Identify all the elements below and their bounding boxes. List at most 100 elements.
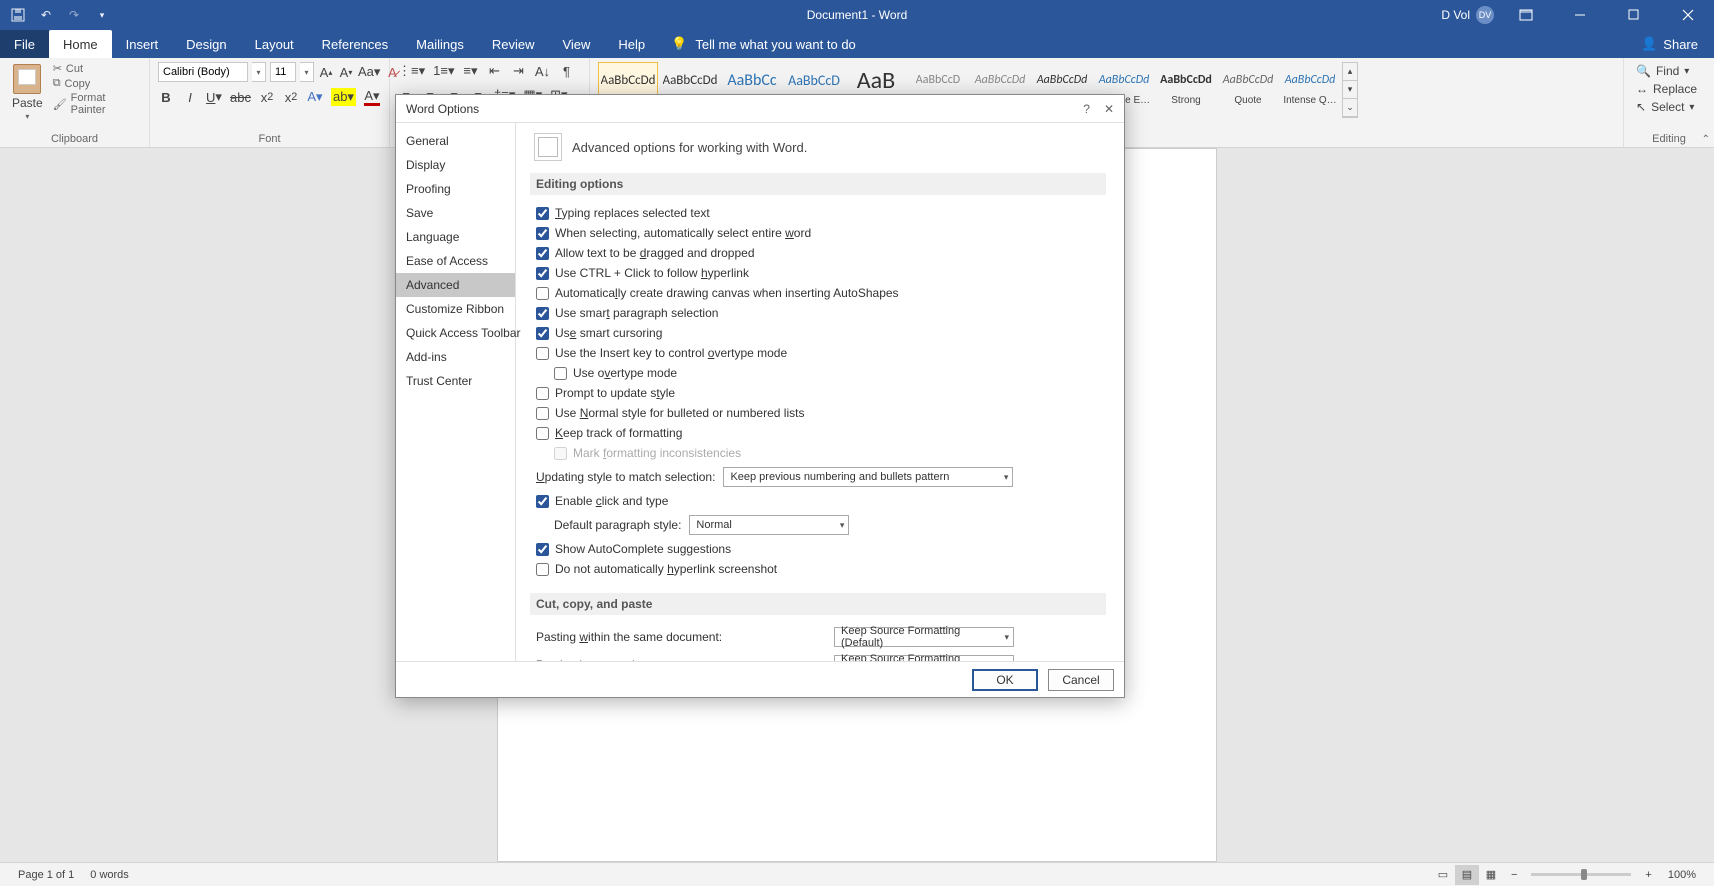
italic-icon[interactable]: I — [182, 88, 198, 106]
save-icon[interactable] — [8, 5, 28, 25]
tab-design[interactable]: Design — [172, 30, 240, 58]
checkbox[interactable] — [536, 543, 549, 556]
nav-proofing[interactable]: Proofing — [396, 177, 515, 201]
highlight-icon[interactable]: ab▾ — [331, 88, 356, 106]
change-case-icon[interactable]: Aa▾ — [358, 63, 380, 81]
opt-ctrl-click[interactable]: Use CTRL + Click to follow hyperlink — [530, 263, 1106, 283]
style-item[interactable]: AaBbCcDdQuote — [1218, 62, 1278, 116]
zoom-level[interactable]: 100% — [1660, 869, 1704, 881]
checkbox[interactable] — [536, 563, 549, 576]
tab-review[interactable]: Review — [478, 30, 549, 58]
opt-overtype[interactable]: Use overtype mode — [530, 363, 1106, 383]
checkbox[interactable] — [536, 495, 549, 508]
checkbox[interactable] — [554, 367, 567, 380]
default-para-combo[interactable]: Normal — [689, 515, 849, 535]
redo-icon[interactable]: ↷ — [64, 5, 84, 25]
qat-customize-icon[interactable]: ▾ — [92, 5, 112, 25]
nav-customize-ribbon[interactable]: Customize Ribbon — [396, 297, 515, 321]
checkbox[interactable] — [536, 287, 549, 300]
dialog-close-icon[interactable]: ✕ — [1104, 102, 1114, 116]
checkbox[interactable] — [536, 427, 549, 440]
dialog-help-icon[interactable]: ? — [1083, 102, 1090, 116]
font-name-input[interactable] — [158, 62, 248, 82]
bold-icon[interactable]: B — [158, 88, 174, 106]
grow-font-icon[interactable]: A▴ — [318, 63, 334, 81]
tell-me[interactable]: 💡Tell me what you want to do — [671, 30, 856, 58]
nav-language[interactable]: Language — [396, 225, 515, 249]
checkbox[interactable] — [536, 307, 549, 320]
font-size-dropdown-icon[interactable]: ▾ — [300, 62, 314, 82]
tab-mailings[interactable]: Mailings — [402, 30, 478, 58]
find-button[interactable]: 🔍Find▾ — [1636, 64, 1697, 78]
user-account[interactable]: D Vol DV — [1441, 6, 1494, 24]
opt-enable-click[interactable]: Enable click and type — [530, 491, 1106, 511]
tab-view[interactable]: View — [548, 30, 604, 58]
opt-autocomplete[interactable]: Show AutoComplete suggestions — [530, 539, 1106, 559]
opt-track-fmt[interactable]: Keep track of formatting — [530, 423, 1106, 443]
format-painter-button[interactable]: 🖌Format Painter — [53, 92, 141, 116]
replace-button[interactable]: ↔Replace — [1636, 82, 1697, 96]
paste-within-combo[interactable]: Keep Source Formatting (Default) — [834, 627, 1014, 647]
close-icon[interactable] — [1666, 0, 1710, 30]
ribbon-display-options-icon[interactable] — [1504, 0, 1548, 30]
paste-button[interactable]: Paste ▾ — [8, 62, 47, 123]
undo-icon[interactable]: ↶ — [36, 5, 56, 25]
tab-insert[interactable]: Insert — [112, 30, 173, 58]
tab-references[interactable]: References — [308, 30, 402, 58]
opt-drag-drop[interactable]: Allow text to be dragged and dropped — [530, 243, 1106, 263]
show-marks-icon[interactable]: ¶ — [558, 62, 574, 80]
copy-button[interactable]: ⧉Copy — [53, 77, 141, 90]
collapse-ribbon-icon[interactable]: ⌃ — [1702, 134, 1710, 145]
nav-general[interactable]: General — [396, 129, 515, 153]
multilevel-icon[interactable]: ≡▾ — [462, 62, 478, 80]
shrink-font-icon[interactable]: A▾ — [338, 63, 354, 81]
word-count[interactable]: 0 words — [82, 869, 137, 881]
text-effects-icon[interactable]: A▾ — [307, 88, 323, 106]
underline-icon[interactable]: U▾ — [206, 88, 222, 106]
bullets-icon[interactable]: ⋮≡▾ — [398, 62, 425, 80]
opt-smart-cursor[interactable]: Use smart cursoring — [530, 323, 1106, 343]
zoom-slider-thumb[interactable] — [1581, 869, 1587, 880]
numbering-icon[interactable]: 1≡▾ — [433, 62, 454, 80]
font-name-dropdown-icon[interactable]: ▾ — [252, 62, 266, 82]
opt-canvas[interactable]: Automatically create drawing canvas when… — [530, 283, 1106, 303]
cut-button[interactable]: ✂Cut — [53, 62, 141, 75]
maximize-icon[interactable] — [1612, 0, 1656, 30]
checkbox[interactable] — [536, 247, 549, 260]
subscript-icon[interactable]: x2 — [259, 88, 275, 106]
superscript-icon[interactable]: x2 — [283, 88, 299, 106]
nav-display[interactable]: Display — [396, 153, 515, 177]
ok-button[interactable]: OK — [972, 669, 1038, 691]
zoom-out-icon[interactable]: − — [1503, 869, 1525, 881]
web-layout-icon[interactable]: ▦ — [1479, 865, 1503, 885]
font-color-icon[interactable]: A▾ — [364, 88, 380, 106]
increase-indent-icon[interactable]: ⇥ — [510, 62, 526, 80]
nav-add-ins[interactable]: Add-ins — [396, 345, 515, 369]
read-mode-icon[interactable]: ▭ — [1431, 865, 1455, 885]
print-layout-icon[interactable]: ▤ — [1455, 865, 1479, 885]
styles-scroll-down-icon[interactable]: ▾ — [1343, 81, 1357, 99]
sort-icon[interactable]: A↓ — [534, 62, 550, 80]
opt-no-hyperlink-ss[interactable]: Do not automatically hyperlink screensho… — [530, 559, 1106, 579]
styles-more-icon[interactable]: ⌄ — [1343, 99, 1357, 117]
opt-typing-replaces[interactable]: Typing replaces selected text — [530, 203, 1106, 223]
opt-prompt-style[interactable]: Prompt to update style — [530, 383, 1106, 403]
styles-scroll-up-icon[interactable]: ▴ — [1343, 63, 1357, 81]
style-item[interactable]: AaBbCcDdIntense Q… — [1280, 62, 1340, 116]
select-button[interactable]: ↖Select▾ — [1636, 100, 1697, 114]
update-style-combo[interactable]: Keep previous numbering and bullets patt… — [723, 467, 1013, 487]
nav-ease-of-access[interactable]: Ease of Access — [396, 249, 515, 273]
style-item[interactable]: AaBbCcDdStrong — [1156, 62, 1216, 116]
nav-advanced[interactable]: Advanced — [396, 273, 515, 297]
opt-smart-para[interactable]: Use smart paragraph selection — [530, 303, 1106, 323]
checkbox[interactable] — [536, 407, 549, 420]
opt-select-word[interactable]: When selecting, automatically select ent… — [530, 223, 1106, 243]
font-size-input[interactable] — [270, 62, 296, 82]
strikethrough-icon[interactable]: abc — [230, 88, 251, 106]
nav-quick-access-toolbar[interactable]: Quick Access Toolbar — [396, 321, 515, 345]
checkbox[interactable] — [536, 327, 549, 340]
decrease-indent-icon[interactable]: ⇤ — [486, 62, 502, 80]
opt-normal-lists[interactable]: Use Normal style for bulleted or numbere… — [530, 403, 1106, 423]
nav-trust-center[interactable]: Trust Center — [396, 369, 515, 393]
page-indicator[interactable]: Page 1 of 1 — [10, 869, 82, 881]
